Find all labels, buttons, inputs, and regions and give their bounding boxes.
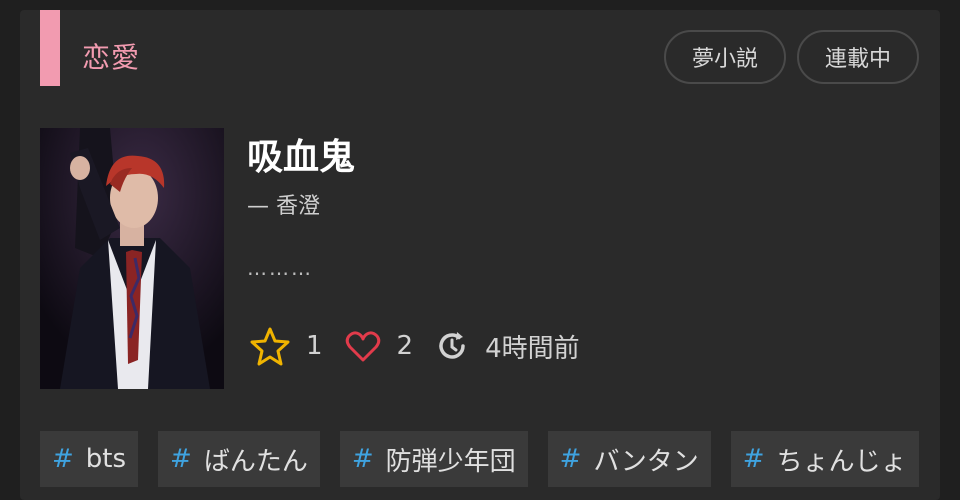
tag-item[interactable]: # 防弾少年団: [339, 431, 528, 487]
story-summary: ………: [247, 256, 313, 280]
heart-icon: [345, 331, 380, 362]
tag-list: # bts # ばんたん # 防弾少年団 # バンタン # ちょんじょ: [40, 431, 940, 487]
cover-illustration: [40, 128, 224, 389]
hash-icon: #: [351, 444, 374, 474]
tag-label: ばんたん: [203, 446, 308, 477]
story-status-badge[interactable]: 連載中: [797, 30, 919, 84]
tag-item[interactable]: # bts: [40, 431, 139, 487]
hash-icon: #: [559, 444, 582, 474]
story-type-badge[interactable]: 夢小説: [664, 30, 786, 84]
heart-stat: 2: [345, 328, 414, 364]
story-stats: 1 2 4時間前: [250, 326, 602, 366]
hash-icon: #: [52, 444, 74, 474]
tag-label: 防弾少年団: [385, 446, 516, 477]
star-count: 1: [306, 331, 323, 361]
tag-item[interactable]: # ちょんじょ: [730, 431, 919, 487]
tag-label: ちょんじょ: [776, 446, 907, 477]
hash-icon: #: [742, 444, 765, 474]
tag-label: bts: [85, 444, 127, 474]
genre-label: 恋愛: [82, 41, 141, 74]
tag-item[interactable]: # バンタン: [547, 431, 711, 487]
star-icon: [250, 327, 290, 366]
story-author[interactable]: — 香澄: [247, 188, 320, 220]
story-card[interactable]: 恋愛 夢小説 連載中 吸血鬼 — 香澄 ……… 1 2 4時間前 # bts #…: [20, 10, 940, 500]
tag-label: バンタン: [593, 446, 699, 477]
tag-item[interactable]: # ばんたん: [158, 431, 320, 487]
cover-image[interactable]: [40, 128, 224, 389]
heart-count: 2: [396, 331, 414, 361]
updated-time: 4時間前: [485, 333, 580, 364]
genre-color-bar: [40, 10, 60, 86]
hash-icon: #: [170, 444, 192, 474]
star-stat: 1: [250, 326, 323, 366]
story-title[interactable]: 吸血鬼: [247, 128, 355, 180]
updated-stat: 4時間前: [435, 328, 580, 365]
refresh-clock-icon: [439, 332, 465, 359]
